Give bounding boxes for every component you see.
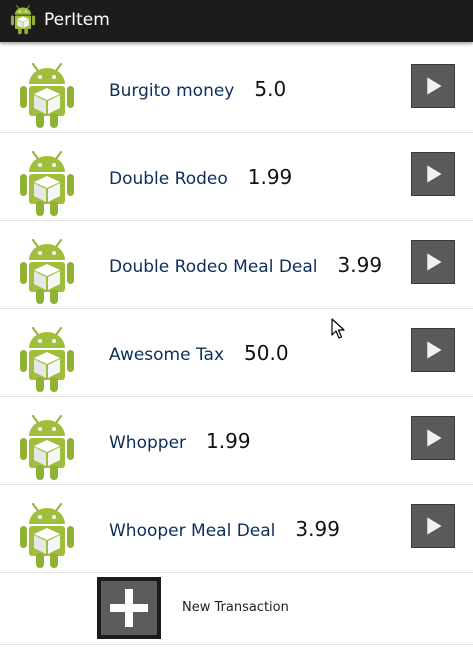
item-price: 3.99: [295, 517, 340, 541]
item-price: 3.99: [337, 253, 383, 277]
item-list: Burgito money 5.0 Double Rodeo 1.99 Doub…: [0, 45, 473, 645]
list-item[interactable]: Whooper Meal Deal 3.99: [0, 485, 473, 573]
play-button[interactable]: [411, 504, 455, 548]
mouse-cursor-icon: [331, 318, 345, 339]
new-transaction-button[interactable]: [97, 577, 161, 639]
play-icon: [427, 517, 442, 535]
play-icon: [427, 341, 442, 359]
play-icon: [427, 77, 442, 95]
play-button[interactable]: [411, 416, 455, 460]
item-name: Whooper Meal Deal: [109, 521, 276, 541]
list-item[interactable]: Burgito money 5.0: [0, 45, 473, 133]
item-name: Whopper: [109, 433, 187, 453]
android-icon[interactable]: [10, 5, 36, 35]
action-bar: PerItem: [0, 0, 473, 42]
android-icon: [19, 503, 75, 569]
item-name: Double Rodeo: [109, 169, 228, 189]
item-text: Whopper 1.99: [109, 430, 251, 454]
android-icon: [19, 239, 75, 305]
item-name: Double Rodeo Meal Deal: [109, 257, 318, 277]
list-item[interactable]: Whopper 1.99: [0, 397, 473, 485]
play-button[interactable]: [411, 240, 455, 284]
list-item[interactable]: Awesome Tax 50.0: [0, 309, 473, 397]
play-icon: [427, 253, 442, 271]
android-icon: [19, 327, 75, 393]
new-transaction-row: New Transaction: [0, 573, 473, 645]
item-text: Double Rodeo Meal Deal 3.99: [109, 254, 382, 278]
play-icon: [427, 165, 442, 183]
android-icon: [19, 415, 75, 481]
item-text: Double Rodeo 1.99: [109, 166, 292, 190]
list-item[interactable]: Double Rodeo 1.99: [0, 133, 473, 221]
item-name: Awesome Tax: [109, 345, 225, 365]
play-button[interactable]: [411, 328, 455, 372]
play-icon: [427, 429, 442, 447]
new-transaction-label: New Transaction: [182, 600, 289, 615]
item-price: 5.0: [254, 77, 287, 101]
item-name: Burgito money: [109, 81, 235, 101]
item-price: 50.0: [244, 341, 289, 365]
android-icon: [19, 151, 75, 217]
plus-icon: [110, 589, 148, 627]
item-price: 1.99: [206, 429, 251, 453]
item-text: Burgito money 5.0: [109, 78, 286, 102]
list-item[interactable]: Double Rodeo Meal Deal 3.99: [0, 221, 473, 309]
item-text: Whooper Meal Deal 3.99: [109, 518, 340, 542]
item-price: 1.99: [247, 165, 293, 189]
play-button[interactable]: [411, 152, 455, 196]
item-text: Awesome Tax 50.0: [109, 342, 289, 366]
app-title: PerItem: [44, 10, 110, 30]
play-button[interactable]: [411, 64, 455, 108]
android-icon: [19, 63, 75, 129]
